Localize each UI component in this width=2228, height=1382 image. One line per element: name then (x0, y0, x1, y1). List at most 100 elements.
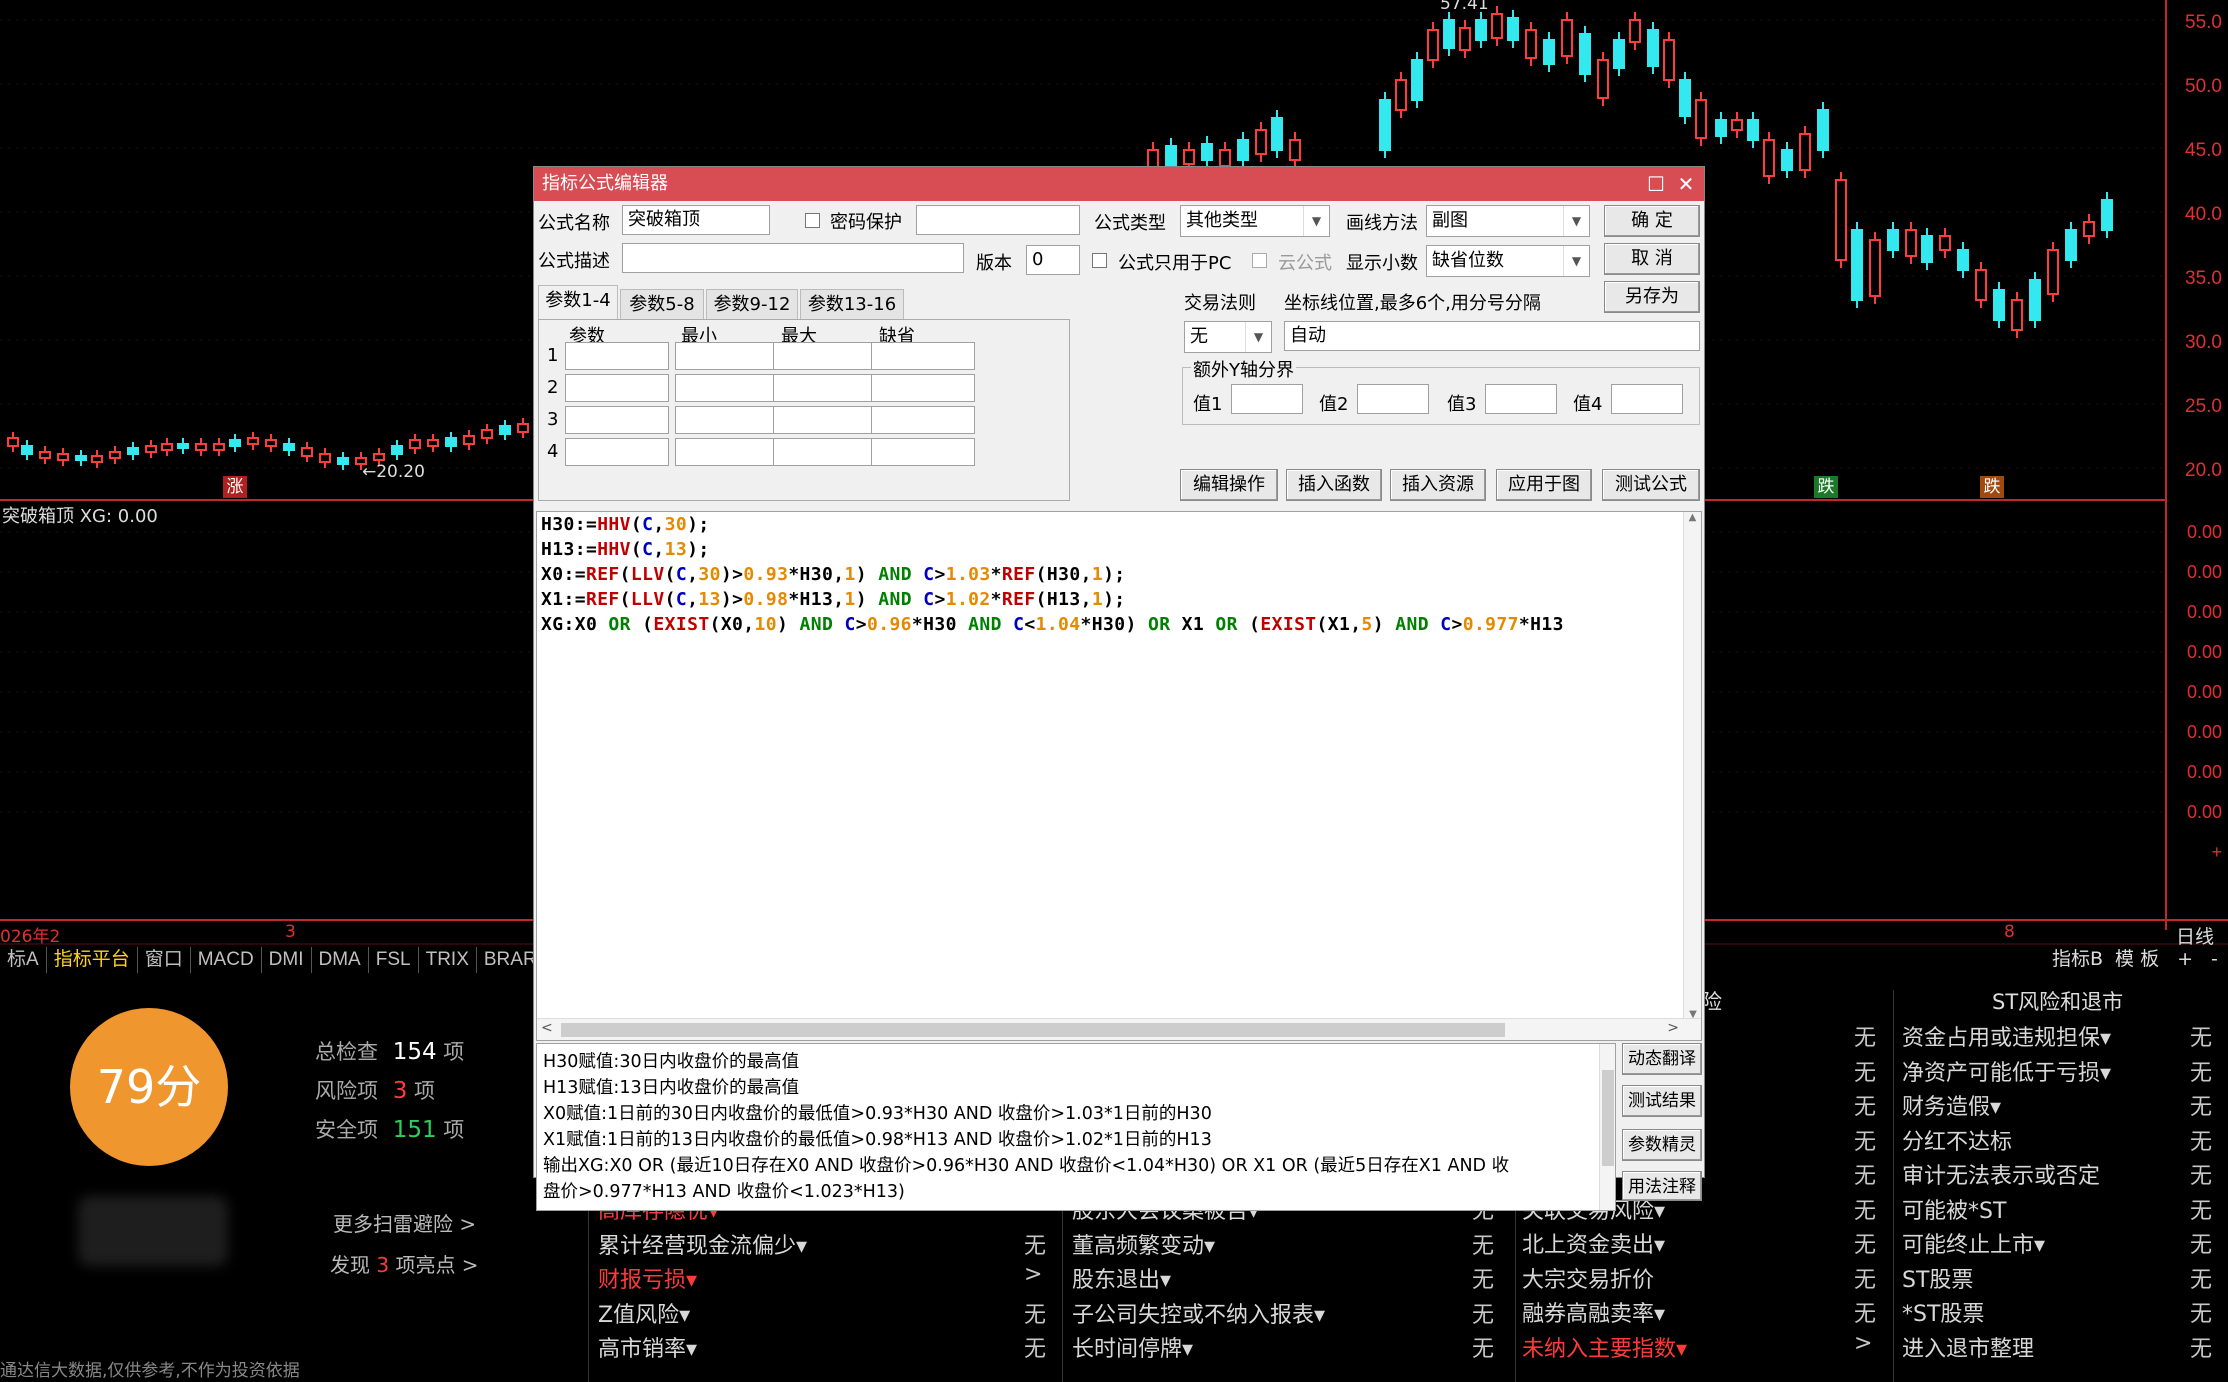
tab-fsl[interactable]: FSL (369, 947, 419, 973)
draw-method-select[interactable]: 副图 ▼ (1426, 205, 1590, 237)
param-cell-input[interactable] (871, 406, 975, 434)
apply-to-chart-button[interactable]: 应用于图 (1496, 469, 1592, 501)
remove-window-button[interactable]: - (2205, 946, 2224, 974)
tab-dma[interactable]: DMA (312, 947, 369, 973)
formula-desc-input[interactable] (622, 243, 964, 273)
param-cell-input[interactable] (565, 406, 669, 434)
param-cell-input[interactable] (871, 438, 975, 466)
param-cell-input[interactable] (565, 438, 669, 466)
insert-function-button[interactable]: 插入函数 (1286, 469, 1382, 501)
param-cell-input[interactable] (773, 438, 877, 466)
test-result-button[interactable]: 测试结果 (1622, 1085, 1702, 1117)
ok-button[interactable]: 确 定 (1604, 205, 1700, 237)
tab-params-1-4[interactable]: 参数1-4 (538, 285, 618, 319)
y-val2-input[interactable] (1357, 384, 1429, 414)
pc-only-checkbox[interactable] (1092, 253, 1107, 268)
edit-ops-button[interactable]: 编辑操作 (1180, 469, 1278, 501)
candle-body (1647, 29, 1659, 67)
tab-params-9-12[interactable]: 参数9-12 (706, 289, 798, 319)
cancel-button[interactable]: 取 消 (1604, 243, 1700, 275)
period-label[interactable]: 日线 (2176, 922, 2214, 949)
highlights-link[interactable]: 发现 3 项亮点 > (330, 1249, 479, 1278)
code-editor[interactable]: H30:=HHV(C,30); H13:=HHV(C,13); X0:=REF(… (536, 511, 1702, 1041)
risk-item[interactable]: 资金占用或违规担保▾ (1902, 1020, 2111, 1052)
insert-resource-button[interactable]: 插入资源 (1390, 469, 1486, 501)
test-formula-button[interactable]: 测试公式 (1602, 469, 1700, 501)
notes-scroll-thumb[interactable] (1602, 1070, 1614, 1166)
risk-item[interactable]: Z值风险▾ (598, 1297, 690, 1329)
tab-indicator-platform[interactable]: 指标平台 (47, 947, 138, 973)
risk-item[interactable]: 审计无法表示或否定 (1902, 1158, 2100, 1190)
risk-item[interactable]: 可能终止上市▾ (1902, 1227, 2045, 1259)
risk-item[interactable]: 高市销率▾ (598, 1331, 697, 1363)
tab-params-13-16[interactable]: 参数13-16 (800, 289, 904, 319)
risk-item[interactable]: 财务造假▾ (1902, 1089, 2001, 1121)
save-as-button[interactable]: 另存为 (1604, 281, 1700, 313)
tab-trix[interactable]: TRIX (419, 947, 477, 973)
scroll-left-icon[interactable]: < (541, 1020, 553, 1036)
risk-item[interactable]: 长时间停牌▾ (1072, 1331, 1193, 1363)
decimal-select[interactable]: 缺省位数 ▼ (1426, 245, 1590, 277)
tab-params-5-8[interactable]: 参数5-8 (620, 289, 704, 319)
dialog-titlebar[interactable]: 指标公式编辑器 ☐ ✕ (534, 167, 1704, 201)
hscroll-thumb[interactable] (561, 1023, 1505, 1037)
param-cell-input[interactable] (871, 374, 975, 402)
param-cell-input[interactable] (773, 374, 877, 402)
param-cell-input[interactable] (675, 438, 779, 466)
more-scan-link[interactable]: 更多扫雷避险 > (333, 1208, 476, 1237)
param-cell-input[interactable] (675, 406, 779, 434)
password-checkbox[interactable] (805, 213, 820, 228)
notes-scrollbar[interactable] (1599, 1044, 1615, 1210)
editor-vscrollbar[interactable]: ▲ ▼ (1683, 512, 1701, 1020)
trade-rule-select[interactable]: 无 ▼ (1184, 321, 1272, 353)
param-cell-input[interactable] (773, 342, 877, 370)
risk-item[interactable]: 可能被*ST (1902, 1193, 2006, 1225)
y-val4-input[interactable] (1611, 384, 1683, 414)
coord-line-input[interactable]: 自动 (1284, 321, 1700, 351)
formula-name-input[interactable]: 突破箱顶 (622, 205, 770, 235)
param-cell-input[interactable] (675, 374, 779, 402)
version-input[interactable]: 0 (1026, 245, 1080, 275)
risk-item[interactable]: *ST股票 (1902, 1296, 1984, 1328)
risk-item-value: 无 (2190, 1129, 2213, 1155)
risk-item[interactable]: 子公司失控或不纳入报表▾ (1072, 1297, 1325, 1329)
scroll-up-icon[interactable]: ▲ (1684, 512, 1701, 523)
tab-indicator-b[interactable]: 指标B (2046, 946, 2109, 974)
risk-item[interactable]: 财报亏损▾ (598, 1262, 697, 1294)
risk-item[interactable]: 股东退出▾ (1072, 1262, 1171, 1294)
password-input[interactable] (916, 205, 1080, 235)
risk-item[interactable]: 董高频繁变动▾ (1072, 1228, 1215, 1260)
formula-editor-dialog[interactable]: 指标公式编辑器 ☐ ✕ 公式名称 突破箱顶 密码保护 公式类型 其他类型 ▼ 画线… (533, 166, 1705, 1211)
risk-item[interactable]: 分红不达标 (1902, 1124, 2012, 1156)
cloud-formula-checkbox[interactable] (1252, 253, 1267, 268)
add-window-button[interactable]: + (2165, 946, 2205, 974)
dynamic-translate-button[interactable]: 动态翻译 (1622, 1043, 1702, 1075)
formula-type-select[interactable]: 其他类型 ▼ (1180, 205, 1330, 237)
param-wizard-button[interactable]: 参数精灵 (1622, 1129, 1702, 1161)
param-cell-input[interactable] (871, 342, 975, 370)
param-cell-input[interactable] (773, 406, 877, 434)
tab-window[interactable]: 窗口 (138, 947, 191, 973)
risk-item[interactable]: ST股票 (1902, 1262, 1973, 1294)
risk-item[interactable]: 累计经营现金流偏少▾ (598, 1228, 807, 1260)
tab-template[interactable]: 模 板 (2109, 946, 2165, 974)
risk-item[interactable]: 融券高融卖率▾ (1522, 1296, 1665, 1328)
risk-item[interactable]: 大宗交易折价 (1522, 1262, 1654, 1294)
y-val3-input[interactable] (1485, 384, 1557, 414)
close-icon[interactable]: ✕ (1672, 167, 1700, 201)
maximize-icon[interactable]: ☐ (1642, 167, 1670, 201)
tab-macd[interactable]: MACD (191, 947, 262, 973)
scroll-right-icon[interactable]: > (1667, 1020, 1679, 1036)
y-val1-input[interactable] (1231, 384, 1303, 414)
tab-dmi[interactable]: DMI (262, 947, 312, 973)
risk-item[interactable]: 北上资金卖出▾ (1522, 1227, 1665, 1259)
tab-indicator-a[interactable]: 标A (0, 947, 47, 973)
risk-item[interactable]: 进入退市整理 (1902, 1331, 2034, 1363)
param-cell-input[interactable] (565, 342, 669, 370)
param-cell-input[interactable] (675, 342, 779, 370)
editor-hscrollbar[interactable]: < > (537, 1018, 1701, 1040)
param-cell-input[interactable] (565, 374, 669, 402)
risk-item[interactable]: 净资产可能低于亏损▾ (1902, 1055, 2111, 1087)
risk-item[interactable]: 未纳入主要指数▾ (1522, 1331, 1687, 1363)
usage-notes-button[interactable]: 用法注释 (1622, 1171, 1702, 1201)
